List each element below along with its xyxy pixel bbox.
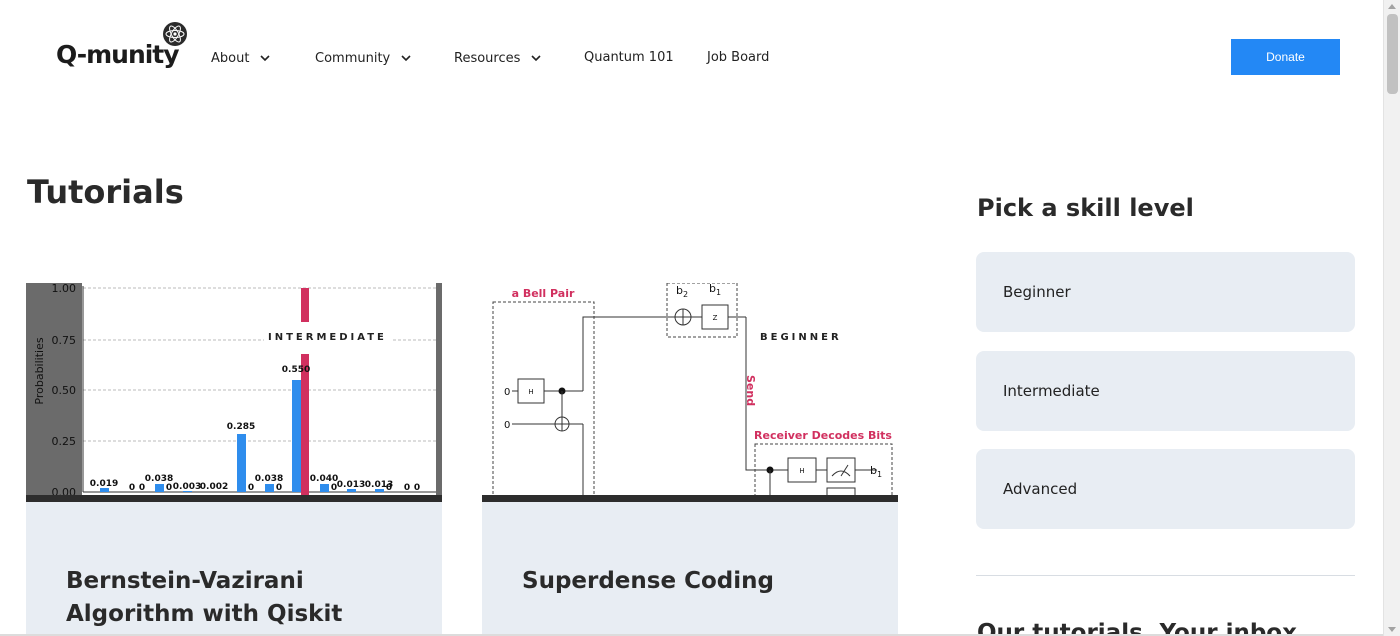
measure-gate [826,457,856,483]
gate-h-label: H [799,467,804,475]
highlight-marker [301,288,309,322]
value-label: 0 [386,483,392,493]
value-label: 0 [248,483,254,493]
bar [265,484,274,492]
tutorial-card-superdense-coding[interactable]: a Bell Pair 0 0 H Z b2 b1 Send Receiver … [482,283,898,636]
nav-job-board[interactable]: Job Board [707,50,769,65]
level-tag-intermediate: INTERMEDIATE [264,332,391,343]
superdense-circuit-diagram: a Bell Pair 0 0 H Z b2 b1 Send Receiver … [482,283,898,501]
value-label: 0.013 [337,480,365,490]
scroll-down-arrow-icon[interactable] [1388,627,1396,632]
nav-community-label: Community [315,50,391,66]
nav-about-label: About [211,50,250,66]
skill-level-heading: Pick a skill level [977,194,1194,222]
y-axis-label: Probabilities [33,337,46,404]
level-tag-beginner: BEGINNER [760,332,842,343]
chevron-down-icon [531,55,541,62]
value-label: 0.285 [227,422,255,432]
skill-level-beginner[interactable]: Beginner [976,252,1355,332]
bar [292,380,301,492]
value-label: 0 [129,483,135,493]
value-label: 0 [166,483,172,493]
skill-level-advanced[interactable]: Advanced [976,449,1355,529]
gate-h-label: H [528,388,533,396]
nav-about[interactable]: About [211,50,273,66]
input-label: 0 [504,420,510,431]
value-label: 0.550 [282,365,310,375]
nav-job-board-label: Job Board [707,50,770,65]
nav-community[interactable]: Community [315,50,414,66]
page-title: Tutorials [27,173,184,211]
bell-pair-label: a Bell Pair [512,287,575,300]
tutorial-title[interactable]: Superdense Coding [522,565,862,598]
atom-icon [163,22,187,46]
card-image-border [26,495,442,502]
sidebar-divider [976,575,1355,576]
ytick-label: 1.00 [52,283,77,295]
scroll-thumb[interactable] [1387,14,1398,94]
chevron-down-icon [260,55,271,62]
ytick-label: 0.75 [52,334,77,347]
value-label: 0 [139,483,145,493]
value-label: 0.003 [173,482,201,492]
ytick-label: 0.50 [52,384,77,397]
ytick-label: 0.25 [52,435,77,448]
tutorial-image-circuit: a Bell Pair 0 0 H Z b2 b1 Send Receiver … [482,283,898,501]
value-label: 0 [276,483,282,493]
receiver-label: Receiver Decodes Bits [754,429,892,442]
bar [155,484,164,492]
tutorial-card-bernstein-vazirani[interactable]: 1.00 0.75 0.50 0.25 0.00 Probabilities 0… [26,283,442,636]
logo-text: Q-munity [56,40,180,69]
highlight-marker [301,354,309,495]
chevron-down-icon [401,55,411,62]
probability-histogram: 1.00 0.75 0.50 0.25 0.00 Probabilities 0… [26,283,442,501]
bar [237,434,246,492]
donate-button[interactable]: Donate [1231,39,1340,75]
tutorial-title[interactable]: Bernstein-Vazirani Algorithm with Qiskit [66,565,406,631]
tutorial-image-histogram: 1.00 0.75 0.50 0.25 0.00 Probabilities 0… [26,283,442,501]
send-label: Send [744,375,757,406]
card-image-border [482,495,898,502]
value-label: 0.019 [90,479,118,489]
value-label: 0 [414,483,420,493]
value-label: 0.002 [200,482,228,492]
value-label: 0 [404,483,410,493]
gate-z-label: Z [713,314,718,322]
nav-quantum-101-label: Quantum 101 [584,50,674,65]
scroll-up-arrow-icon[interactable] [1388,4,1396,9]
page-scrollbar[interactable] [1383,0,1400,636]
nav-resources-label: Resources [454,50,521,66]
bar [320,484,329,492]
input-label: 0 [504,387,510,398]
skill-level-intermediate[interactable]: Intermediate [976,351,1355,431]
nav-resources[interactable]: Resources [454,50,544,66]
nav-quantum-101[interactable]: Quantum 101 [584,50,674,65]
